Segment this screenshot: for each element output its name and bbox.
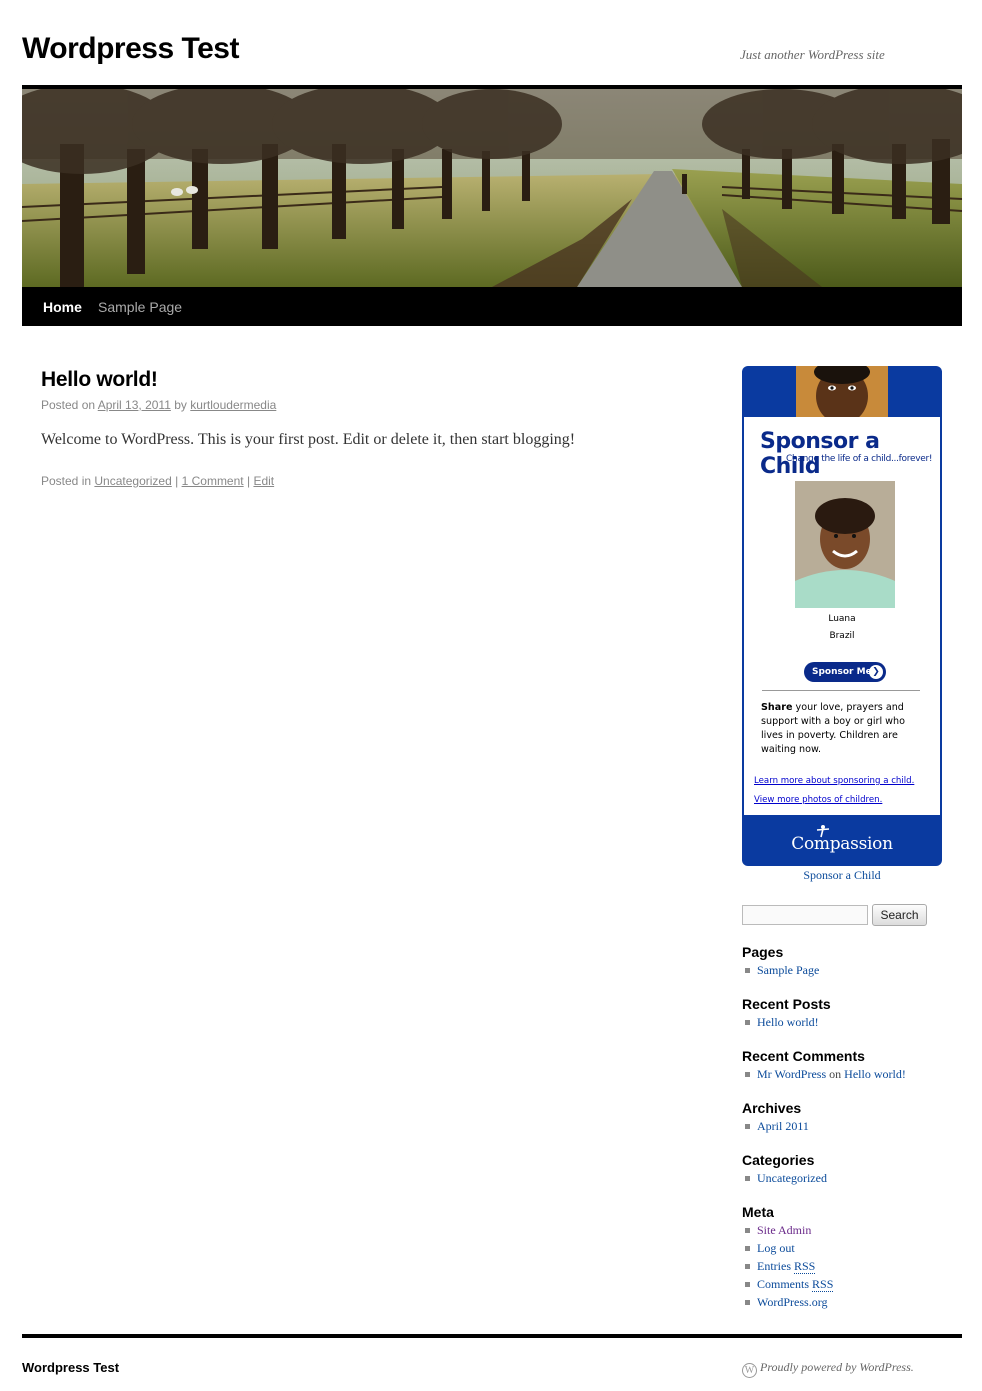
entries-label: Entries [757, 1259, 791, 1273]
compassion-logo: Compassion [791, 834, 893, 854]
bullet-icon [745, 1246, 750, 1251]
site-admin-link[interactable]: Site Admin [757, 1223, 811, 1237]
list-item: WordPress.org [742, 1293, 942, 1311]
bullet-icon [745, 968, 750, 973]
rss-abbr: RSS [812, 1277, 834, 1292]
child-country: Brazil [829, 631, 855, 641]
sidebar: Sponsor a Child Change the life of a chi… [742, 366, 942, 1311]
powered-by-text: Proudly powered by WordPress. [760, 1360, 914, 1374]
post-comments-link[interactable]: 1 Comment [182, 474, 244, 488]
bullet-icon [745, 1282, 750, 1287]
archive-link[interactable]: April 2011 [757, 1119, 809, 1133]
post-utility-prefix: Posted in [41, 474, 92, 488]
bullet-icon [745, 1264, 750, 1269]
child-photo[interactable] [795, 481, 895, 608]
main-content: Hello world! Posted on April 13, 2011 by… [41, 368, 681, 488]
nav-item-sample-page[interactable]: Sample Page [98, 299, 182, 315]
widget-pages: Pages Sample Page [742, 943, 942, 979]
widget-meta: Meta Site Admin Log out Entries RSS Comm… [742, 1203, 942, 1311]
widget-recent-comments: Recent Comments Mr WordPress on Hello wo… [742, 1047, 942, 1083]
bullet-icon [745, 1176, 750, 1181]
widget-categories: Categories Uncategorized [742, 1151, 942, 1187]
post-meta-prefix: Posted on [41, 398, 96, 412]
main-navigation: Home Sample Page [22, 287, 962, 326]
list-item: Uncategorized [742, 1169, 942, 1187]
separator: | [175, 474, 179, 488]
comments-rss-link[interactable]: Comments RSS [757, 1277, 834, 1292]
rss-abbr: RSS [794, 1259, 816, 1274]
list-item: Mr WordPress on Hello world! [742, 1065, 942, 1083]
list-item: Site Admin [742, 1221, 942, 1239]
comment-author-link[interactable]: Mr WordPress [757, 1067, 826, 1081]
widget-archives: Archives April 2011 [742, 1099, 942, 1135]
page-link-sample-page[interactable]: Sample Page [757, 963, 819, 977]
site-title[interactable]: Wordpress Test [22, 32, 239, 66]
sponsor-caption-link[interactable]: Sponsor a Child [742, 868, 942, 883]
bullet-icon [745, 1072, 750, 1077]
wordpress-org-link[interactable]: WordPress.org [757, 1295, 827, 1309]
sponsor-share-text: Share your love, prayers and support wit… [761, 701, 926, 757]
category-link[interactable]: Uncategorized [757, 1171, 827, 1185]
list-item: Hello world! [742, 1013, 942, 1031]
bullet-icon [745, 1300, 750, 1305]
post-date-link[interactable]: April 13, 2011 [98, 398, 171, 412]
comment-on-word: on [829, 1067, 842, 1081]
comment-post-link[interactable]: Hello world! [844, 1067, 906, 1081]
header-banner-image [22, 85, 962, 287]
powered-by-link[interactable]: W Proudly powered by WordPress. [742, 1360, 914, 1378]
post-utility: Posted in Uncategorized | 1 Comment | Ed… [41, 474, 681, 488]
view-photos-link[interactable]: View more photos of children. [754, 795, 882, 805]
widget-title: Pages [742, 944, 784, 960]
recent-post-link[interactable]: Hello world! [757, 1015, 819, 1029]
list-item: Entries RSS [742, 1257, 942, 1275]
sponsor-me-label: Sponsor Me [812, 667, 872, 677]
widget-title: Meta [742, 1204, 774, 1220]
widget-title: Recent Posts [742, 996, 831, 1012]
child-name: Luana [828, 614, 856, 624]
sponsor-widget-body: Sponsor a Child Change the life of a chi… [744, 417, 940, 815]
entries-rss-link[interactable]: Entries RSS [757, 1259, 816, 1274]
share-bold: Share [761, 702, 793, 713]
post-meta-by: by [174, 398, 187, 412]
nav-item-home[interactable]: Home [43, 299, 82, 315]
widget-title: Categories [742, 1152, 815, 1168]
post-meta: Posted on April 13, 2011 by kurtlouderme… [41, 398, 681, 412]
search-button[interactable]: Search [872, 904, 927, 926]
sponsor-child-widget[interactable]: Sponsor a Child Change the life of a chi… [742, 366, 942, 866]
bullet-icon [745, 1020, 750, 1025]
post-edit-link[interactable]: Edit [253, 474, 274, 488]
search-form: Search [742, 903, 942, 927]
search-input[interactable] [742, 905, 868, 925]
list-item: Sample Page [742, 961, 942, 979]
chevron-right-icon: ❯ [869, 665, 883, 679]
post-author-link[interactable]: kurtloudermedia [190, 398, 276, 412]
widget-title: Recent Comments [742, 1048, 865, 1064]
site-footer: Wordpress Test W Proudly powered by WordP… [22, 1334, 962, 1378]
comments-label: Comments [757, 1277, 810, 1291]
footer-site-title[interactable]: Wordpress Test [22, 1360, 119, 1375]
divider [762, 690, 920, 691]
learn-more-link[interactable]: Learn more about sponsoring a child. [754, 776, 914, 786]
widget-recent-posts: Recent Posts Hello world! [742, 995, 942, 1031]
post-content: Welcome to WordPress. This is your first… [41, 431, 576, 448]
separator: | [246, 474, 251, 488]
bullet-icon [745, 1228, 750, 1233]
log-out-link[interactable]: Log out [757, 1241, 795, 1255]
sponsor-widget-subtitle: Change the life of a child...forever! [786, 454, 933, 464]
wordpress-logo-icon: W [742, 1363, 757, 1378]
post-title[interactable]: Hello world! [41, 368, 681, 392]
list-item: Comments RSS [742, 1275, 942, 1293]
post-category-link[interactable]: Uncategorized [94, 474, 171, 488]
bullet-icon [745, 1124, 750, 1129]
list-item: Log out [742, 1239, 942, 1257]
child-portrait-banner [796, 366, 888, 417]
widget-title: Archives [742, 1100, 802, 1116]
sponsor-me-button[interactable]: Sponsor Me ❯ [804, 662, 886, 682]
list-item: April 2011 [742, 1117, 942, 1135]
site-description: Just another WordPress site [740, 47, 885, 62]
